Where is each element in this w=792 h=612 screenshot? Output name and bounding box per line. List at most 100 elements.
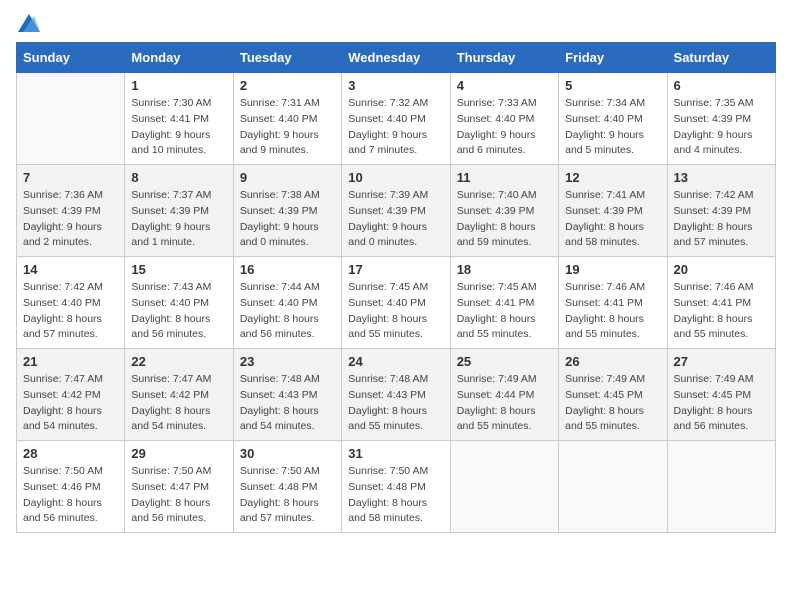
day-detail: Sunrise: 7:44 AMSunset: 4:40 PMDaylight:… — [240, 280, 335, 343]
calendar-cell: 25 Sunrise: 7:49 AMSunset: 4:44 PMDayligh… — [450, 349, 558, 441]
calendar-cell: 31 Sunrise: 7:50 AMSunset: 4:48 PMDayligh… — [342, 441, 450, 533]
day-number: 25 — [457, 354, 552, 369]
day-detail: Sunrise: 7:50 AMSunset: 4:48 PMDaylight:… — [348, 464, 443, 527]
day-number: 29 — [131, 446, 226, 461]
day-number: 15 — [131, 262, 226, 277]
day-number: 27 — [674, 354, 769, 369]
day-number: 11 — [457, 170, 552, 185]
day-number: 23 — [240, 354, 335, 369]
calendar-week-row: 28 Sunrise: 7:50 AMSunset: 4:46 PMDayligh… — [17, 441, 776, 533]
day-number: 30 — [240, 446, 335, 461]
day-detail: Sunrise: 7:36 AMSunset: 4:39 PMDaylight:… — [23, 188, 118, 251]
day-header-saturday: Saturday — [667, 43, 775, 73]
calendar-cell: 20 Sunrise: 7:46 AMSunset: 4:41 PMDayligh… — [667, 257, 775, 349]
day-detail: Sunrise: 7:39 AMSunset: 4:39 PMDaylight:… — [348, 188, 443, 251]
day-number: 7 — [23, 170, 118, 185]
day-detail: Sunrise: 7:47 AMSunset: 4:42 PMDaylight:… — [131, 372, 226, 435]
day-number: 28 — [23, 446, 118, 461]
day-number: 9 — [240, 170, 335, 185]
day-detail: Sunrise: 7:47 AMSunset: 4:42 PMDaylight:… — [23, 372, 118, 435]
day-number: 26 — [565, 354, 660, 369]
day-detail: Sunrise: 7:38 AMSunset: 4:39 PMDaylight:… — [240, 188, 335, 251]
day-number: 16 — [240, 262, 335, 277]
day-detail: Sunrise: 7:48 AMSunset: 4:43 PMDaylight:… — [348, 372, 443, 435]
day-detail: Sunrise: 7:48 AMSunset: 4:43 PMDaylight:… — [240, 372, 335, 435]
calendar-cell: 10 Sunrise: 7:39 AMSunset: 4:39 PMDayligh… — [342, 165, 450, 257]
calendar-header-row: SundayMondayTuesdayWednesdayThursdayFrid… — [17, 43, 776, 73]
day-detail: Sunrise: 7:49 AMSunset: 4:44 PMDaylight:… — [457, 372, 552, 435]
calendar-table: SundayMondayTuesdayWednesdayThursdayFrid… — [16, 42, 776, 533]
day-number: 1 — [131, 78, 226, 93]
calendar-cell: 21 Sunrise: 7:47 AMSunset: 4:42 PMDayligh… — [17, 349, 125, 441]
day-number: 6 — [674, 78, 769, 93]
calendar-cell: 14 Sunrise: 7:42 AMSunset: 4:40 PMDayligh… — [17, 257, 125, 349]
calendar-cell: 11 Sunrise: 7:40 AMSunset: 4:39 PMDayligh… — [450, 165, 558, 257]
day-number: 21 — [23, 354, 118, 369]
calendar-cell: 13 Sunrise: 7:42 AMSunset: 4:39 PMDayligh… — [667, 165, 775, 257]
calendar-cell: 18Sunrise: 7:45 AMSunset: 4:41 PMDayligh… — [450, 257, 558, 349]
calendar-week-row: 21 Sunrise: 7:47 AMSunset: 4:42 PMDayligh… — [17, 349, 776, 441]
day-header-thursday: Thursday — [450, 43, 558, 73]
calendar-cell: 19 Sunrise: 7:46 AMSunset: 4:41 PMDayligh… — [559, 257, 667, 349]
calendar-cell: 16 Sunrise: 7:44 AMSunset: 4:40 PMDayligh… — [233, 257, 341, 349]
day-detail: Sunrise: 7:42 AMSunset: 4:39 PMDaylight:… — [674, 188, 769, 251]
calendar-cell: 6 Sunrise: 7:35 AMSunset: 4:39 PMDaylight… — [667, 73, 775, 165]
calendar-cell: 15 Sunrise: 7:43 AMSunset: 4:40 PMDayligh… — [125, 257, 233, 349]
header — [16, 16, 776, 32]
day-header-monday: Monday — [125, 43, 233, 73]
day-detail: Sunrise: 7:34 AMSunset: 4:40 PMDaylight:… — [565, 96, 660, 159]
calendar-cell: 29 Sunrise: 7:50 AMSunset: 4:47 PMDayligh… — [125, 441, 233, 533]
calendar-cell: 24 Sunrise: 7:48 AMSunset: 4:43 PMDayligh… — [342, 349, 450, 441]
day-detail: Sunrise: 7:49 AMSunset: 4:45 PMDaylight:… — [565, 372, 660, 435]
calendar-week-row: 14 Sunrise: 7:42 AMSunset: 4:40 PMDayligh… — [17, 257, 776, 349]
day-number: 17 — [348, 262, 443, 277]
day-detail: Sunrise: 7:46 AMSunset: 4:41 PMDaylight:… — [565, 280, 660, 343]
day-number: 2 — [240, 78, 335, 93]
day-number: 3 — [348, 78, 443, 93]
day-detail: Sunrise: 7:49 AMSunset: 4:45 PMDaylight:… — [674, 372, 769, 435]
day-detail: Sunrise: 7:42 AMSunset: 4:40 PMDaylight:… — [23, 280, 118, 343]
day-detail: Sunrise: 7:40 AMSunset: 4:39 PMDaylight:… — [457, 188, 552, 251]
day-number: 24 — [348, 354, 443, 369]
calendar-cell — [559, 441, 667, 533]
logo — [16, 16, 40, 32]
day-header-sunday: Sunday — [17, 43, 125, 73]
day-number: 20 — [674, 262, 769, 277]
day-detail: Sunrise: 7:31 AMSunset: 4:40 PMDaylight:… — [240, 96, 335, 159]
day-detail: Sunrise: 7:41 AMSunset: 4:39 PMDaylight:… — [565, 188, 660, 251]
calendar-cell — [667, 441, 775, 533]
calendar-cell: 5Sunrise: 7:34 AMSunset: 4:40 PMDaylight… — [559, 73, 667, 165]
calendar-cell: 22 Sunrise: 7:47 AMSunset: 4:42 PMDayligh… — [125, 349, 233, 441]
calendar-cell: 4Sunrise: 7:33 AMSunset: 4:40 PMDaylight… — [450, 73, 558, 165]
day-detail: Sunrise: 7:43 AMSunset: 4:40 PMDaylight:… — [131, 280, 226, 343]
calendar-cell: 8 Sunrise: 7:37 AMSunset: 4:39 PMDaylight… — [125, 165, 233, 257]
day-detail: Sunrise: 7:50 AMSunset: 4:47 PMDaylight:… — [131, 464, 226, 527]
day-header-friday: Friday — [559, 43, 667, 73]
day-number: 18 — [457, 262, 552, 277]
day-detail: Sunrise: 7:33 AMSunset: 4:40 PMDaylight:… — [457, 96, 552, 159]
day-number: 31 — [348, 446, 443, 461]
day-number: 13 — [674, 170, 769, 185]
calendar-cell: 26 Sunrise: 7:49 AMSunset: 4:45 PMDayligh… — [559, 349, 667, 441]
calendar-cell: 3Sunrise: 7:32 AMSunset: 4:40 PMDaylight… — [342, 73, 450, 165]
day-header-tuesday: Tuesday — [233, 43, 341, 73]
day-number: 10 — [348, 170, 443, 185]
calendar-week-row: 1 Sunrise: 7:30 AMSunset: 4:41 PMDaylight… — [17, 73, 776, 165]
day-detail: Sunrise: 7:50 AMSunset: 4:46 PMDaylight:… — [23, 464, 118, 527]
day-detail: Sunrise: 7:35 AMSunset: 4:39 PMDaylight:… — [674, 96, 769, 159]
day-number: 8 — [131, 170, 226, 185]
day-number: 14 — [23, 262, 118, 277]
calendar-cell — [450, 441, 558, 533]
calendar-cell: 7 Sunrise: 7:36 AMSunset: 4:39 PMDaylight… — [17, 165, 125, 257]
day-header-wednesday: Wednesday — [342, 43, 450, 73]
day-detail: Sunrise: 7:30 AMSunset: 4:41 PMDaylight:… — [131, 96, 226, 159]
calendar-cell: 1 Sunrise: 7:30 AMSunset: 4:41 PMDaylight… — [125, 73, 233, 165]
calendar-cell — [17, 73, 125, 165]
logo-icon — [18, 14, 40, 32]
day-detail: Sunrise: 7:46 AMSunset: 4:41 PMDaylight:… — [674, 280, 769, 343]
day-number: 19 — [565, 262, 660, 277]
day-number: 22 — [131, 354, 226, 369]
calendar-cell: 12Sunrise: 7:41 AMSunset: 4:39 PMDayligh… — [559, 165, 667, 257]
calendar-cell: 17Sunrise: 7:45 AMSunset: 4:40 PMDayligh… — [342, 257, 450, 349]
day-detail: Sunrise: 7:37 AMSunset: 4:39 PMDaylight:… — [131, 188, 226, 251]
